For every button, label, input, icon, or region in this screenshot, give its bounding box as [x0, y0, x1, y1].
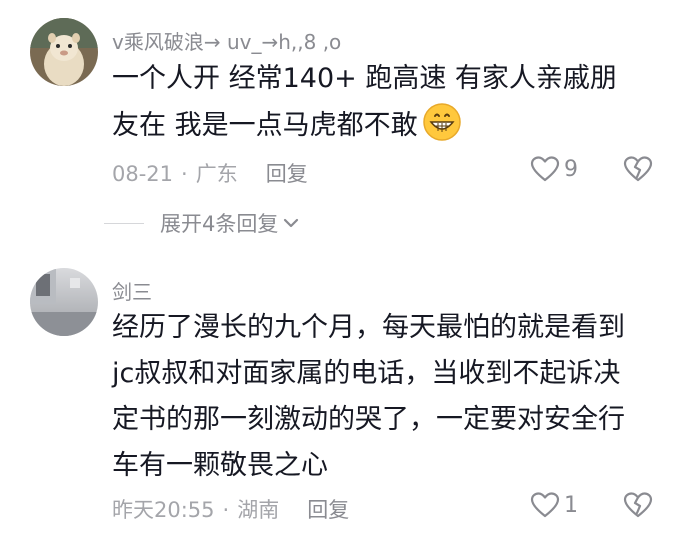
like-count: 1 [564, 492, 578, 518]
divider [104, 222, 144, 224]
grinning-face-emoji [422, 102, 462, 157]
comment-location: 湖南 [237, 498, 280, 522]
comment-date: 昨天20:55 [112, 498, 215, 522]
username[interactable]: 剑三 [112, 276, 152, 305]
avatar[interactable] [30, 268, 98, 336]
comment-text-line-content: 友在 我是一点马虎都不敢 [112, 110, 418, 141]
username[interactable]: v乘风破浪→ uv_→h,,8 ,o [112, 26, 341, 55]
expand-replies-button[interactable]: 展开4条回复 [104, 208, 300, 238]
like-count: 9 [564, 156, 578, 182]
comment-text-line: 经历了漫长的九个月，每天最怕的就是看到 [112, 312, 625, 343]
comment-text-line: 车有一颗敬畏之心 [112, 450, 328, 481]
comment-date: 08-21 [112, 162, 174, 186]
comment-text-line: 友在 我是一点马虎都不敢 [112, 102, 652, 157]
comment-text-line: 一个人开 经常140+ 跑高速 有家人亲戚朋 [112, 63, 617, 94]
comment-meta: 昨天20:55 · 湖南 回复 [112, 494, 349, 524]
expand-replies-label: 展开4条回复 [160, 212, 279, 236]
heart-outline-icon [530, 492, 560, 518]
comment-location: 广东 [195, 162, 238, 186]
heart-outline-icon [530, 156, 560, 182]
comment-text: 经历了漫长的九个月，每天最怕的就是看到 jc叔叔和对面家属的电话，当收到不起诉决… [112, 305, 652, 489]
like-button[interactable]: 1 [530, 491, 578, 519]
like-button[interactable]: 9 [530, 155, 578, 183]
reply-button[interactable]: 回复 [307, 498, 349, 522]
dislike-button[interactable] [622, 491, 654, 523]
avatar[interactable] [30, 18, 98, 86]
separator-dot: · [181, 162, 188, 186]
chevron-down-icon [284, 218, 299, 228]
broken-heart-icon [623, 156, 653, 182]
broken-heart-icon [623, 492, 653, 518]
comment-meta: 08-21 · 广东 回复 [112, 158, 308, 188]
comment-text-line: 定书的那一刻激动的哭了，一定要对安全行 [112, 404, 625, 435]
separator-dot: · [222, 498, 230, 522]
comment-text-line: jc叔叔和对面家属的电话，当收到不起诉决 [112, 358, 621, 389]
comment-text: 一个人开 经常140+ 跑高速 有家人亲戚朋 友在 我是一点马虎都不敢 [112, 56, 652, 157]
dislike-button[interactable] [622, 155, 654, 187]
reply-button[interactable]: 回复 [266, 162, 308, 186]
